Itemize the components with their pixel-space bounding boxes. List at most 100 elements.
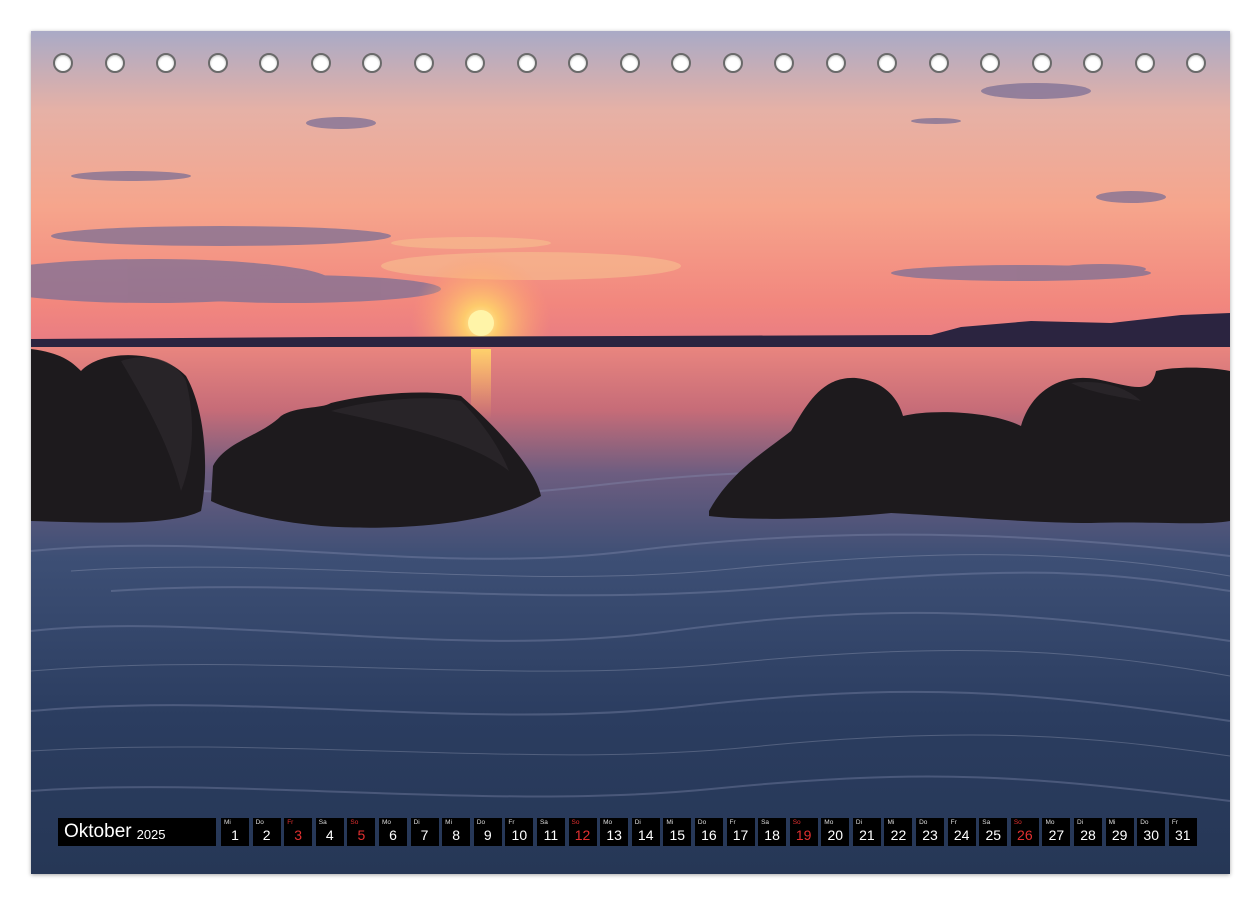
- weekday-label: Fr: [950, 819, 957, 826]
- binding-hole: [928, 53, 949, 73]
- binding-hole: [825, 53, 846, 73]
- weekday-label: Fr: [1171, 819, 1178, 826]
- binding-hole: [259, 53, 279, 73]
- weekday-label: Mi: [666, 819, 674, 826]
- day-cell: So 5: [347, 818, 376, 846]
- binding-hole: [310, 53, 331, 73]
- day-cell: Mo 6: [378, 818, 407, 846]
- binding-hole: [619, 53, 640, 73]
- day-number: 19: [795, 827, 812, 843]
- day-cell: Mo 27: [1042, 818, 1071, 846]
- day-number: 16: [701, 827, 717, 843]
- binding-hole: [465, 53, 485, 73]
- day-number: 20: [827, 827, 844, 843]
- binding-holes: [31, 53, 1230, 81]
- day-cell: Mo 13: [600, 818, 629, 846]
- weekday-label: Do: [255, 819, 264, 826]
- day-number: 1: [231, 827, 239, 843]
- binding-hole: [1186, 53, 1206, 73]
- binding-hole: [1083, 53, 1103, 73]
- weekday-label: So: [792, 819, 801, 826]
- sunset-lake-photo: [31, 31, 1230, 874]
- day-number: 26: [1017, 827, 1033, 843]
- day-cell: Di 7: [410, 818, 439, 846]
- day-cell: Do 2: [252, 818, 281, 846]
- weekday-label: Do: [1140, 819, 1149, 826]
- day-cell: Do 23: [916, 818, 945, 846]
- day-cell: Do 16: [694, 818, 723, 846]
- day-cell: Fr 3: [284, 818, 313, 846]
- weekday-label: Sa: [761, 819, 770, 826]
- day-cell: Mi 8: [442, 818, 471, 846]
- day-cell: Sa 18: [758, 818, 787, 846]
- weekday-label: Sa: [539, 819, 548, 826]
- weekday-label: Di: [413, 819, 420, 826]
- weekday-label: Mo: [824, 819, 834, 826]
- day-cell: So 26: [1010, 818, 1039, 846]
- day-cell: Fr 24: [947, 818, 976, 846]
- binding-hole: [671, 53, 691, 73]
- day-number: 31: [1175, 827, 1191, 843]
- weekday-label: Di: [1077, 819, 1084, 826]
- weekday-label: Do: [476, 819, 486, 826]
- day-cell: Fr 10: [505, 818, 534, 846]
- month-label: Oktober 2025: [58, 818, 216, 846]
- binding-hole: [207, 53, 228, 73]
- binding-hole: [980, 53, 1000, 73]
- weekday-label: Fr: [508, 819, 515, 826]
- weekday-label: Mo: [1045, 819, 1055, 826]
- weekday-label: Mo: [603, 819, 613, 826]
- binding-hole: [722, 53, 743, 73]
- day-number: 14: [637, 827, 654, 843]
- day-number: 17: [732, 827, 749, 843]
- day-number: 9: [483, 827, 492, 843]
- day-number: 18: [764, 827, 780, 843]
- day-number: 30: [1143, 827, 1159, 843]
- day-cell: Di 21: [852, 818, 881, 846]
- binding-hole: [362, 53, 382, 73]
- day-number: 2: [262, 827, 271, 843]
- month-year: 2025: [136, 826, 166, 842]
- day-number: 27: [1048, 827, 1065, 843]
- binding-hole: [156, 53, 176, 73]
- binding-hole: [877, 53, 897, 73]
- binding-hole: [1031, 53, 1052, 73]
- weekday-label: So: [350, 819, 359, 826]
- day-number: 8: [452, 827, 461, 843]
- day-cell: Fr 31: [1168, 818, 1197, 846]
- day-number: 6: [389, 827, 397, 843]
- day-cell: Fr 17: [726, 818, 755, 846]
- day-cell: Do 9: [473, 818, 502, 846]
- day-number: 15: [669, 827, 686, 843]
- weekday-label: Mo: [381, 819, 391, 826]
- weekday-label: Do: [919, 819, 928, 826]
- weekday-label: Mi: [887, 819, 895, 826]
- day-cell: Do 30: [1137, 818, 1166, 846]
- day-cell: Sa 11: [536, 818, 565, 846]
- day-number: 29: [1111, 827, 1128, 843]
- day-cell: Sa 25: [979, 818, 1008, 846]
- binding-hole: [516, 53, 537, 73]
- binding-hole: [568, 53, 588, 73]
- weekday-label: Do: [697, 819, 707, 826]
- binding-hole: [413, 53, 434, 73]
- days-row: Mi 1 Do 2 Fr 3 Sa 4 So 5 Mo 6 Di 7 Mi 8 Do 9 Fr 10 Sa 11 So 12 M…: [221, 818, 1200, 846]
- day-cell: Mi 15: [663, 818, 692, 846]
- day-number: 11: [543, 827, 559, 843]
- day-number: 28: [1080, 827, 1096, 843]
- weekday-label: Di: [855, 819, 863, 826]
- binding-hole: [104, 53, 125, 73]
- day-number: 3: [294, 827, 303, 843]
- day-number: 10: [511, 827, 528, 843]
- weekday-label: Mi: [224, 819, 231, 826]
- day-cell: Mo 20: [821, 818, 850, 846]
- day-cell: So 12: [568, 818, 597, 846]
- day-number: 4: [325, 827, 334, 843]
- weekday-label: Sa: [982, 819, 991, 826]
- weekday-label: Di: [634, 819, 641, 826]
- weekday-label: Fr: [287, 819, 294, 826]
- day-number: 24: [953, 827, 970, 843]
- day-number: 25: [985, 827, 1002, 843]
- day-number: 7: [420, 827, 429, 843]
- weekday-label: Mi: [445, 819, 453, 826]
